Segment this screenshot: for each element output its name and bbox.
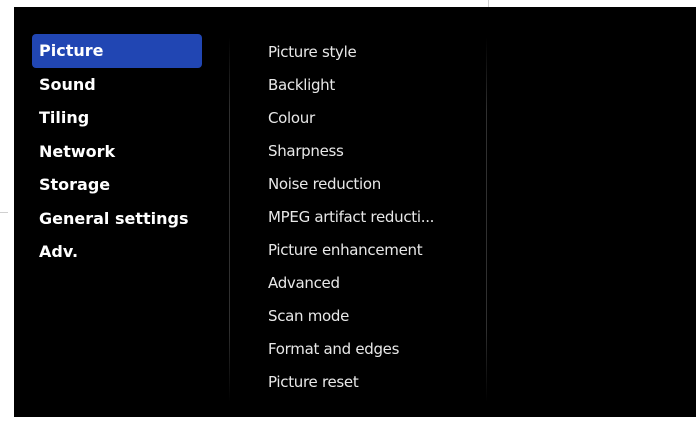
picture-submenu: Picture style Backlight Colour Sharpness… [268,36,482,399]
submenu-item-colour[interactable]: Colour [268,102,482,135]
submenu-item-sharpness[interactable]: Sharpness [268,135,482,168]
edge-tick [0,212,8,213]
column-divider [229,37,230,402]
main-menu-item-picture[interactable]: Picture [32,34,202,68]
main-menu-item-adv[interactable]: Adv. [32,235,202,269]
edge-tick [488,0,489,7]
main-menu-item-storage[interactable]: Storage [32,168,202,202]
submenu-item-picture-enhancement[interactable]: Picture enhancement [268,234,482,267]
submenu-item-backlight[interactable]: Backlight [268,69,482,102]
main-menu-item-sound[interactable]: Sound [32,68,202,102]
main-menu-item-tiling[interactable]: Tiling [32,101,202,135]
submenu-item-format-and-edges[interactable]: Format and edges [268,333,482,366]
main-menu-item-network[interactable]: Network [32,135,202,169]
submenu-item-picture-style[interactable]: Picture style [268,36,482,69]
submenu-item-scan-mode[interactable]: Scan mode [268,300,482,333]
submenu-item-picture-reset[interactable]: Picture reset [268,366,482,399]
submenu-item-mpeg-artifact-reduction[interactable]: MPEG artifact reducti... [268,201,482,234]
settings-screen: Picture Sound Tiling Network Storage Gen… [14,7,696,417]
submenu-item-advanced[interactable]: Advanced [268,267,482,300]
submenu-item-noise-reduction[interactable]: Noise reduction [268,168,482,201]
main-menu-item-general-settings[interactable]: General settings [32,202,202,236]
column-divider [486,37,487,402]
main-menu: Picture Sound Tiling Network Storage Gen… [32,34,202,269]
